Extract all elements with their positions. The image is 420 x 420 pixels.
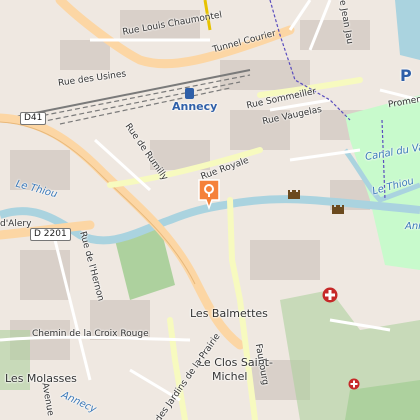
hospital-icon[interactable]: [322, 287, 338, 303]
map-view[interactable]: Rue Louis Chaumontel Tunnel Courier Rue …: [0, 0, 420, 420]
location-marker[interactable]: [197, 178, 221, 214]
place-label: Michel: [212, 370, 248, 383]
street-label: d'Alery: [0, 219, 32, 229]
road-shield: D41: [20, 112, 47, 125]
train-icon[interactable]: [185, 88, 194, 99]
place-label: Les Molasses: [5, 372, 77, 385]
castle-icon[interactable]: [331, 202, 345, 214]
parking-label: P: [400, 66, 412, 85]
road-shield: D 2201: [30, 228, 71, 241]
water-label: Ann: [405, 221, 420, 232]
map-pin-icon: [198, 179, 220, 211]
castle-icon[interactable]: [287, 187, 301, 199]
street-label: Chemin de la Croix Rouge: [32, 329, 149, 339]
station-label: Annecy: [172, 100, 218, 113]
hospital-icon[interactable]: [348, 378, 360, 390]
place-label: Les Balmettes: [190, 307, 268, 320]
